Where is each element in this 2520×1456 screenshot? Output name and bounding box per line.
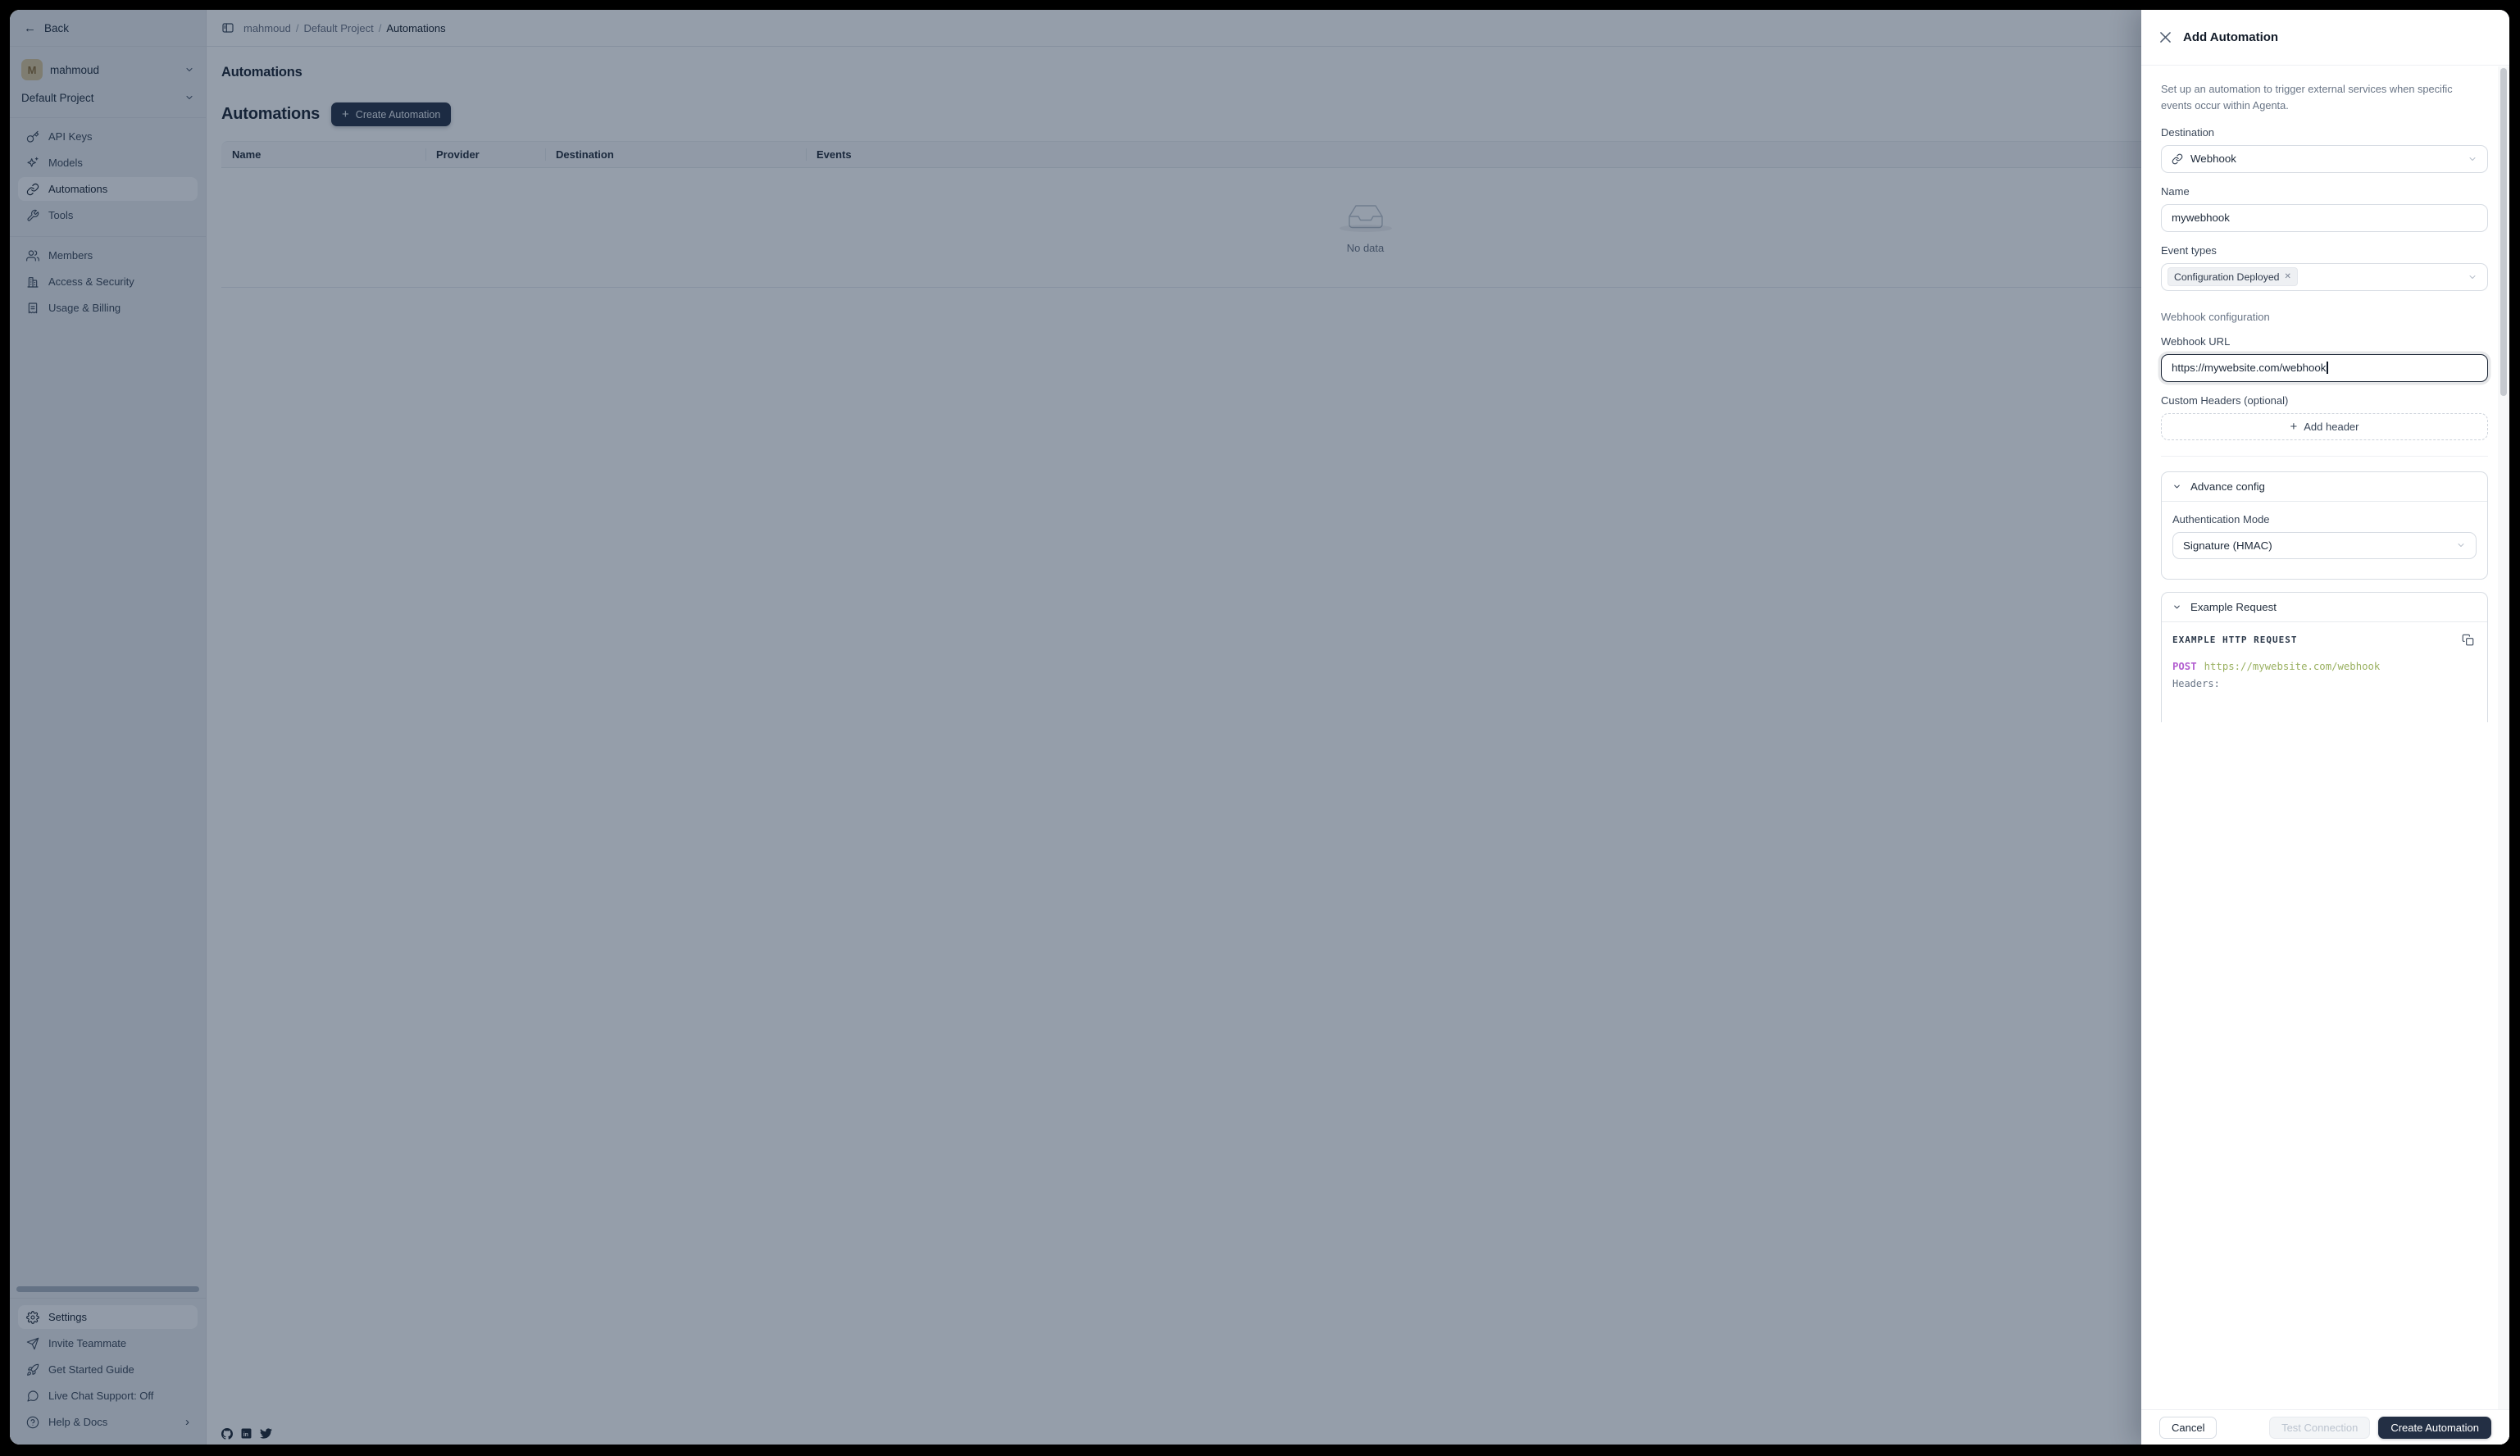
auth-mode-value: Signature (HMAC) — [2183, 539, 2272, 552]
plus-icon: + — [2290, 420, 2298, 434]
example-request-header[interactable]: Example Request — [2162, 593, 2487, 622]
example-request-body: EXAMPLE HTTP REQUEST POST https://mywebsi… — [2162, 622, 2487, 722]
http-method: POST — [2172, 661, 2197, 672]
code-section-label: EXAMPLE HTTP REQUEST — [2172, 635, 2297, 645]
add-header-button[interactable]: + Add header — [2161, 413, 2488, 440]
destination-value: Webhook — [2190, 152, 2236, 165]
custom-headers-label: Custom Headers (optional) — [2161, 394, 2488, 407]
advance-config-title: Advance config — [2190, 480, 2265, 493]
drawer-footer: Cancel Test Connection Create Automation — [2141, 1409, 2509, 1445]
webhook-url-value: https://mywebsite.com/webhook — [2172, 362, 2326, 374]
advance-config-panel: Advance config Authentication Mode Signa… — [2161, 471, 2488, 580]
drawer-header: Add Automation — [2141, 10, 2509, 66]
add-header-label: Add header — [2304, 421, 2359, 433]
scrollbar-thumb[interactable] — [2500, 68, 2507, 396]
link-icon — [2172, 153, 2183, 165]
app-window: ← Back M mahmoud Default Project API K — [10, 10, 2509, 1445]
drawer-title: Add Automation — [2183, 30, 2278, 44]
drawer-body: Set up an automation to trigger external… — [2141, 66, 2498, 1409]
advance-config-header[interactable]: Advance config — [2162, 472, 2487, 502]
divider — [2161, 456, 2488, 457]
event-types-select[interactable]: Configuration Deployed ✕ — [2161, 263, 2488, 291]
chevron-down-icon — [2468, 272, 2477, 282]
example-request-panel: Example Request EXAMPLE HTTP REQUEST POS… — [2161, 592, 2488, 722]
name-label: Name — [2161, 185, 2488, 198]
webhook-url-label: Webhook URL — [2161, 335, 2488, 348]
webhook-config-title: Webhook configuration — [2161, 311, 2488, 323]
destination-select[interactable]: Webhook — [2161, 145, 2488, 173]
request-url: https://mywebsite.com/webhook — [2204, 661, 2381, 672]
auth-mode-select[interactable]: Signature (HMAC) — [2172, 532, 2477, 559]
test-connection-button[interactable]: Test Connection — [2269, 1417, 2370, 1439]
chevron-down-icon — [2468, 154, 2477, 164]
webhook-url-input[interactable]: https://mywebsite.com/webhook — [2161, 354, 2488, 382]
cancel-button[interactable]: Cancel — [2159, 1417, 2217, 1439]
create-automation-submit-button[interactable]: Create Automation — [2378, 1417, 2491, 1439]
chevron-down-icon — [2172, 603, 2181, 612]
advance-config-body: Authentication Mode Signature (HMAC) — [2162, 502, 2487, 579]
add-automation-drawer: Add Automation Set up an automation to t… — [2141, 10, 2509, 1445]
copy-icon[interactable] — [2462, 634, 2474, 646]
drawer-mask[interactable] — [10, 10, 2509, 1445]
close-icon[interactable] — [2160, 32, 2171, 43]
chevron-down-icon — [2456, 540, 2466, 550]
tag-close-icon[interactable]: ✕ — [2285, 272, 2291, 281]
event-type-tag: Configuration Deployed ✕ — [2167, 267, 2298, 286]
name-value: mywebhook — [2172, 212, 2230, 224]
event-types-label: Event types — [2161, 244, 2488, 257]
chevron-down-icon — [2172, 482, 2181, 491]
auth-mode-label: Authentication Mode — [2172, 513, 2477, 526]
name-input[interactable]: mywebhook — [2161, 204, 2488, 232]
code-next-line: Headers: — [2172, 678, 2477, 689]
drawer-description: Set up an automation to trigger external… — [2161, 81, 2471, 114]
example-request-title: Example Request — [2190, 601, 2277, 613]
event-type-tag-label: Configuration Deployed — [2174, 271, 2280, 283]
destination-label: Destination — [2161, 126, 2488, 139]
